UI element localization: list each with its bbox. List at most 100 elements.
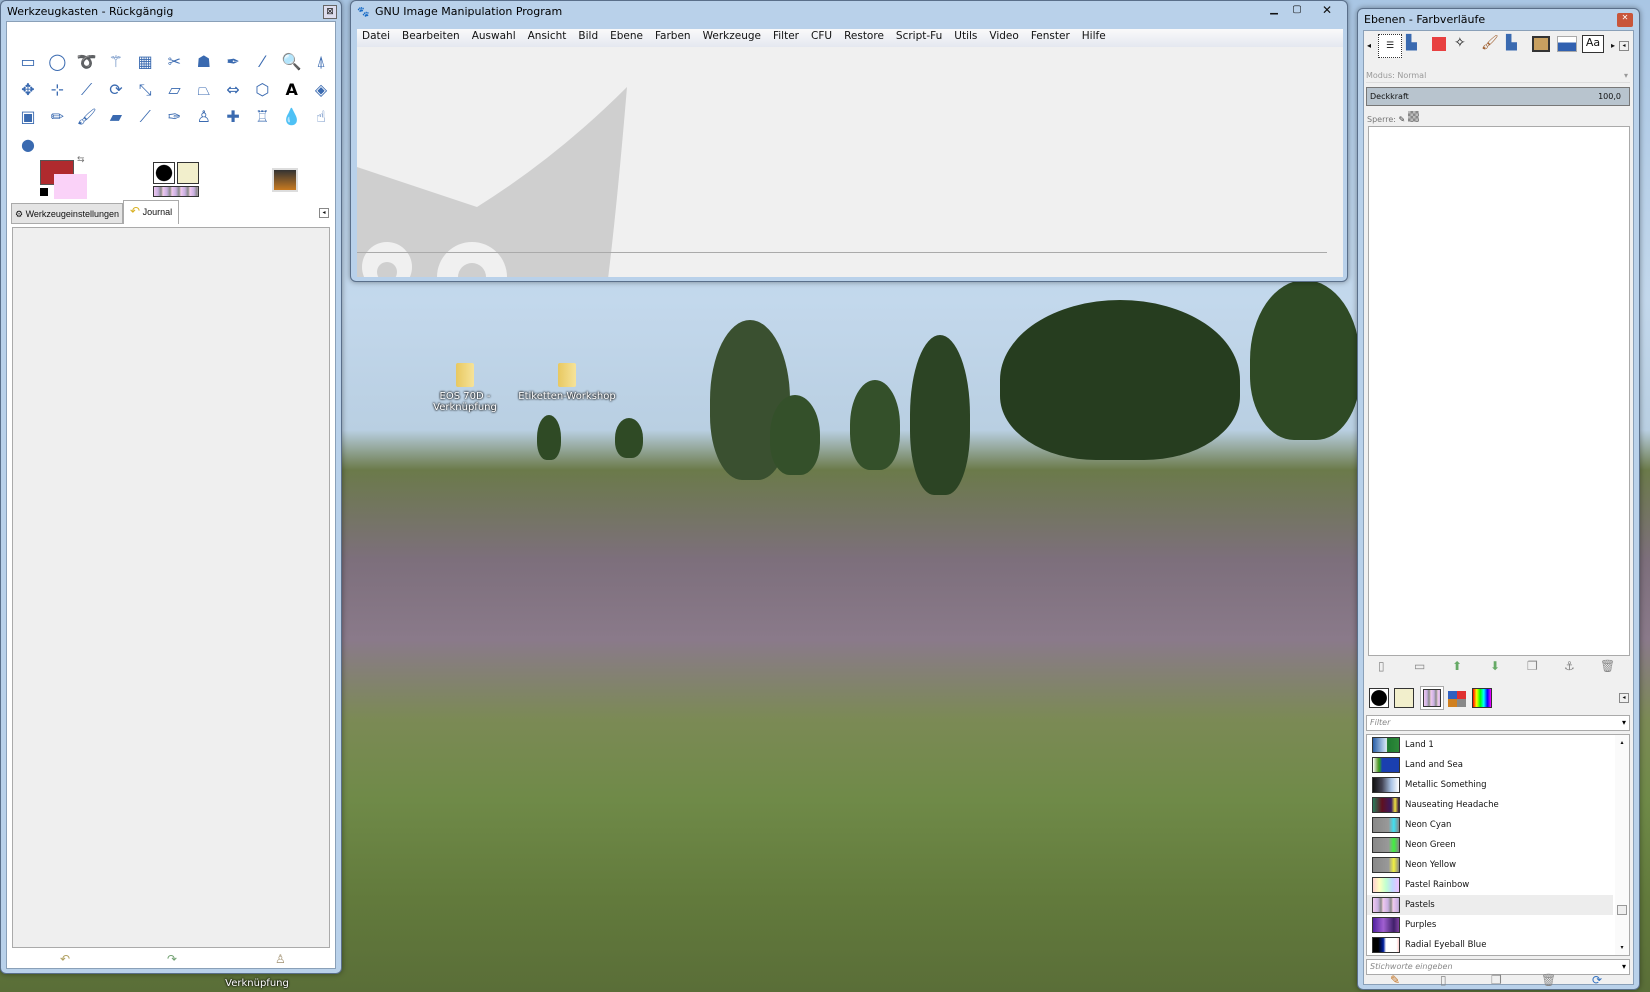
paintbrush-tool[interactable]: 🖌: [75, 105, 99, 129]
close-button[interactable]: ✕: [1311, 3, 1343, 19]
scissors-tool[interactable]: ✂: [163, 50, 187, 74]
menu-item[interactable]: Restore: [844, 30, 884, 42]
gradient-list-item[interactable]: Pastel Rainbow: [1367, 875, 1613, 895]
fuzzy-select-tool[interactable]: ⚚: [104, 50, 128, 74]
tab-paths[interactable]: [1432, 37, 1446, 51]
ink-tool[interactable]: ✑: [163, 105, 187, 129]
active-image-thumbnail[interactable]: [272, 168, 298, 192]
tab-werkzeugeinstellungen[interactable]: ⚙ Werkzeugeinstellungen: [11, 203, 123, 224]
default-colors-icon[interactable]: [40, 188, 48, 196]
tab-fonts-2[interactable]: [1472, 688, 1492, 708]
tab-fonts[interactable]: Aa: [1582, 35, 1604, 53]
menu-item[interactable]: Bearbeiten: [402, 30, 460, 42]
layers-list[interactable]: [1368, 126, 1630, 656]
brush-preview[interactable]: [153, 162, 175, 184]
crop-tool[interactable]: ⟋: [75, 78, 99, 102]
delete-gradient-button[interactable]: 🗑: [1541, 973, 1556, 987]
heal-tool[interactable]: ✚: [221, 105, 245, 129]
tab-brushes-2[interactable]: [1369, 688, 1389, 708]
menu-item[interactable]: Bild: [578, 30, 598, 42]
menu-item[interactable]: CFU: [811, 30, 832, 42]
tab-menu-button[interactable]: ◂: [1619, 693, 1629, 703]
desktop-icon-label-partial[interactable]: Verknüpfung: [202, 978, 312, 989]
gradient-list-item[interactable]: Land and Sea: [1367, 755, 1613, 775]
dodge-burn-tool[interactable]: ●: [16, 133, 40, 157]
tab-menu-button[interactable]: ◂: [319, 208, 329, 218]
free-select-tool[interactable]: ➰: [75, 50, 99, 74]
gradient-list-item[interactable]: Nauseating Headache: [1367, 795, 1613, 815]
cage-tool[interactable]: ⬡: [250, 78, 274, 102]
tab-histogram[interactable]: [1557, 36, 1577, 52]
menu-item[interactable]: Filter: [773, 30, 799, 42]
gradient-list-item[interactable]: Pastels: [1367, 895, 1613, 915]
text-tool[interactable]: A: [280, 78, 304, 102]
menu-item[interactable]: Fenster: [1031, 30, 1070, 42]
undo-button[interactable]: ↶: [60, 952, 70, 966]
close-button[interactable]: ⊠: [323, 5, 337, 19]
menu-item[interactable]: Datei: [362, 30, 390, 42]
mode-select[interactable]: Modus: Normal ▾: [1366, 68, 1630, 83]
clear-history-button[interactable]: ♙: [275, 952, 286, 966]
lower-layer-button[interactable]: ⬇: [1490, 659, 1500, 673]
menu-item[interactable]: Ansicht: [528, 30, 567, 42]
eraser-tool[interactable]: ▰: [104, 105, 128, 129]
gradient-filter-input[interactable]: Filter ▾: [1366, 715, 1630, 731]
gradient-preview[interactable]: [153, 186, 199, 197]
flip-tool[interactable]: ⇔: [221, 78, 245, 102]
color-picker-tool[interactable]: ⁄: [250, 50, 274, 74]
foreground-select-tool[interactable]: ☗: [192, 50, 216, 74]
gradient-list-item[interactable]: Neon Green: [1367, 835, 1613, 855]
menu-item[interactable]: Hilfe: [1082, 30, 1106, 42]
color-select-tool[interactable]: ▦: [133, 50, 157, 74]
tab-palettes[interactable]: [1448, 691, 1466, 707]
gradient-list-item[interactable]: Neon Yellow: [1367, 855, 1613, 875]
tab-brushes[interactable]: 🖌: [1481, 35, 1499, 51]
tab-scroll-left[interactable]: ◂: [1367, 41, 1371, 50]
rect-select-tool[interactable]: ▭: [16, 50, 40, 74]
refresh-gradients-button[interactable]: ⟳: [1592, 973, 1602, 987]
move-tool[interactable]: ✥: [16, 78, 40, 102]
tab-tool-presets[interactable]: ▙: [1506, 35, 1517, 51]
shear-tool[interactable]: ▱: [163, 78, 187, 102]
anchor-layer-button[interactable]: ⚓: [1564, 659, 1575, 673]
tab-journal[interactable]: ↶ Journal: [122, 200, 180, 224]
background-color[interactable]: [54, 174, 87, 199]
tab-gradients[interactable]: [1420, 686, 1444, 710]
gradient-list[interactable]: Land 1 Land and Sea Metallic Something Naus…: [1366, 734, 1630, 956]
swap-colors-icon[interactable]: ⇆: [77, 155, 85, 165]
desktop-icon-etiketten[interactable]: Etiketten-Workshop: [512, 363, 622, 402]
delete-layer-button[interactable]: 🗑: [1600, 659, 1615, 673]
redo-button[interactable]: ↷: [167, 952, 177, 966]
raise-layer-button[interactable]: ⬆: [1452, 659, 1462, 673]
scrollbar[interactable]: ▴ ▾: [1615, 735, 1629, 955]
lock-pixels-icon[interactable]: ✎: [1399, 115, 1406, 124]
ellipse-select-tool[interactable]: ◯: [45, 50, 69, 74]
menu-item[interactable]: Ebene: [610, 30, 643, 42]
new-layer-button[interactable]: ▯: [1378, 659, 1385, 673]
maximize-button[interactable]: ▢: [1286, 4, 1308, 18]
gradient-list-item[interactable]: Purples: [1367, 915, 1613, 935]
gradient-list-item[interactable]: Neon Cyan: [1367, 815, 1613, 835]
menu-item[interactable]: Werkzeuge: [703, 30, 761, 42]
tab-images[interactable]: [1532, 36, 1550, 52]
align-tool[interactable]: ⊹: [45, 78, 69, 102]
menu-item[interactable]: Utils: [954, 30, 977, 42]
new-layer-group-button[interactable]: ▭: [1414, 659, 1425, 673]
paths-tool[interactable]: ✒: [221, 50, 245, 74]
zoom-tool[interactable]: 🔍: [280, 50, 304, 74]
rotate-tool[interactable]: ⟳: [104, 78, 128, 102]
menu-item[interactable]: Farben: [655, 30, 691, 42]
tab-patterns[interactable]: [1394, 688, 1414, 708]
scroll-up-arrow[interactable]: ▴: [1615, 739, 1629, 746]
blend-tool[interactable]: ▣: [16, 105, 40, 129]
perspective-tool[interactable]: ⏢: [192, 78, 216, 102]
journal-list[interactable]: [12, 227, 330, 948]
minimize-button[interactable]: ▁: [1263, 4, 1285, 18]
perspective-clone-tool[interactable]: ♖: [250, 105, 274, 129]
duplicate-layer-button[interactable]: ❐: [1527, 659, 1538, 673]
desktop-icon-eos[interactable]: EOS 70D - Verknüpfung: [410, 363, 520, 413]
blur-tool[interactable]: 💧: [280, 105, 304, 129]
lock-alpha-icon[interactable]: [1407, 111, 1419, 122]
edit-gradient-button[interactable]: ✎: [1390, 973, 1400, 987]
tab-layers[interactable]: ☰: [1378, 34, 1402, 58]
